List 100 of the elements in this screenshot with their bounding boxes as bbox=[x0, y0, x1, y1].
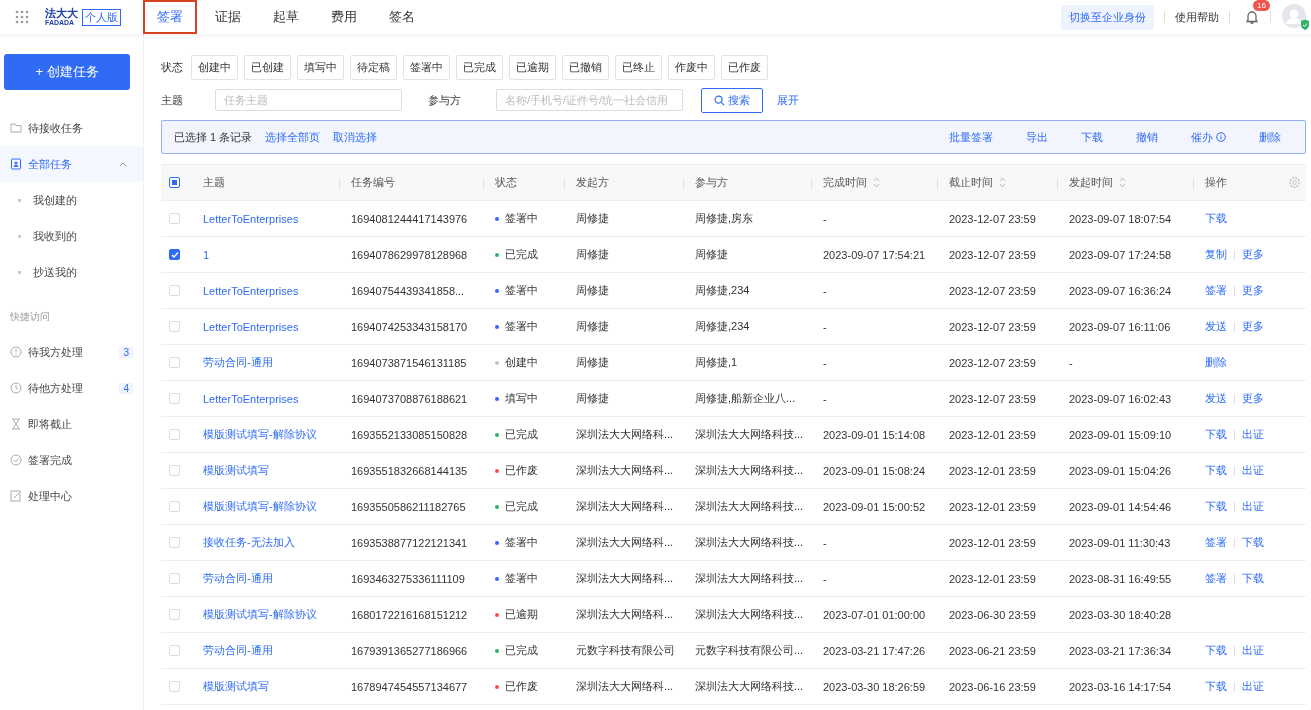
status-filter-chip[interactable]: 作废中 bbox=[668, 54, 715, 80]
status-filter-chip[interactable]: 签署中 bbox=[403, 54, 450, 80]
task-subject-link[interactable]: LetterToEnterprises bbox=[203, 284, 299, 297]
create-task-button[interactable]: + 创建任务 bbox=[4, 54, 130, 90]
task-subject-link[interactable]: 模版测试填写 bbox=[203, 679, 269, 694]
select-all-checkbox[interactable] bbox=[169, 177, 180, 188]
table-cell: 2023-12-07 23:59 bbox=[949, 212, 1036, 225]
sidebar-subitem[interactable]: 我收到的 bbox=[0, 218, 143, 254]
sidebar-item[interactable]: 待他方处理 4 bbox=[0, 370, 143, 406]
sort-icon[interactable] bbox=[1119, 177, 1126, 188]
select-all-pages-link[interactable]: 选择全部页 bbox=[265, 129, 321, 145]
app-grid-icon[interactable] bbox=[15, 10, 29, 24]
status-filter-chip[interactable]: 已撤销 bbox=[562, 54, 609, 80]
row-action-link[interactable]: 更多 bbox=[1242, 247, 1264, 262]
table-cell: 周修捷 bbox=[576, 247, 609, 262]
sidebar-subitem[interactable]: 抄送我的 bbox=[0, 254, 143, 290]
status-filter-chip[interactable]: 已作废 bbox=[721, 54, 768, 80]
row-action-link[interactable]: 下载 bbox=[1205, 679, 1227, 694]
count-badge: 3 bbox=[119, 346, 133, 358]
table-cell: 深圳法大大网络科... bbox=[576, 679, 674, 694]
status-filter-chip[interactable]: 已完成 bbox=[456, 54, 503, 80]
table-cell: 签署中 bbox=[505, 319, 538, 334]
bulk-action-link[interactable]: 删除 bbox=[1259, 129, 1281, 145]
status-filter-chip[interactable]: 待定稿 bbox=[350, 54, 397, 80]
avatar-icon[interactable] bbox=[1281, 3, 1309, 31]
row-action-link[interactable]: 签署 bbox=[1205, 571, 1227, 586]
nav-tab[interactable]: 签名 bbox=[375, 0, 429, 34]
table-cell: 周修捷,234 bbox=[695, 319, 750, 334]
row-action-link[interactable]: 出证 bbox=[1242, 643, 1264, 658]
row-action-link[interactable]: 签署 bbox=[1205, 535, 1227, 550]
task-subject-link[interactable]: LetterToEnterprises bbox=[203, 212, 299, 225]
bulk-action-link[interactable]: 下载 bbox=[1081, 129, 1103, 145]
edit-document-icon bbox=[10, 490, 22, 502]
row-action-link[interactable]: 出证 bbox=[1242, 427, 1264, 442]
sidebar-item[interactable]: 即将截止 bbox=[0, 406, 143, 442]
row-action-link[interactable]: 签署 bbox=[1205, 283, 1227, 298]
nav-tab[interactable]: 证据 bbox=[201, 0, 255, 34]
cancel-selection-link[interactable]: 取消选择 bbox=[333, 129, 378, 145]
table-cell: 深圳法大大网络科... bbox=[576, 571, 674, 586]
row-action-link[interactable]: 发送 bbox=[1205, 391, 1227, 406]
row-action-link[interactable]: 发送 bbox=[1205, 319, 1227, 334]
sidebar-item[interactable]: 签署完成 bbox=[0, 442, 143, 478]
switch-identity-button[interactable]: 切换至企业身份 bbox=[1061, 4, 1154, 30]
sidebar-item[interactable]: 处理中心 bbox=[0, 478, 143, 514]
sort-icon[interactable] bbox=[999, 177, 1006, 188]
status-filter-chip[interactable]: 填写中 bbox=[297, 54, 344, 80]
task-subject-link[interactable]: 劳动合同-通用 bbox=[203, 355, 273, 370]
task-subject-link[interactable]: 模版测试填写 bbox=[203, 463, 269, 478]
chevron-icon[interactable] bbox=[119, 161, 127, 167]
sidebar-item[interactable]: 全部任务 bbox=[0, 146, 143, 182]
sidebar-item[interactable]: 待我方处理 3 bbox=[0, 334, 143, 370]
task-subject-link[interactable]: LetterToEnterprises bbox=[203, 320, 299, 333]
task-subject-link[interactable]: 模版测试填写-解除协议 bbox=[203, 427, 317, 442]
row-checkbox[interactable] bbox=[169, 249, 180, 260]
status-filter-chip[interactable]: 已逾期 bbox=[509, 54, 556, 80]
task-subject-link[interactable]: LetterToEnterprises bbox=[203, 392, 299, 405]
search-button[interactable]: 搜索 bbox=[701, 87, 763, 113]
status-filter-chip[interactable]: 已创建 bbox=[244, 54, 291, 80]
sort-icon[interactable] bbox=[873, 177, 880, 188]
subject-input-field[interactable]: 任务主题 bbox=[215, 89, 402, 111]
task-subject-link[interactable]: 模版测试填写-解除协议 bbox=[203, 499, 317, 514]
row-action-link[interactable]: 下载 bbox=[1242, 535, 1264, 550]
filter-label: 状态 bbox=[161, 59, 183, 75]
nav-tab[interactable]: 费用 bbox=[317, 0, 371, 34]
task-subject-link[interactable]: 1 bbox=[203, 248, 210, 261]
bulk-action-link[interactable]: 批量签署 bbox=[949, 129, 993, 145]
row-action-link[interactable]: 出证 bbox=[1242, 463, 1264, 478]
row-action-link[interactable]: 更多 bbox=[1242, 391, 1264, 406]
row-action-link[interactable]: 下载 bbox=[1205, 211, 1227, 226]
row-action-link[interactable]: 更多 bbox=[1242, 319, 1264, 334]
row-action-link[interactable]: 下载 bbox=[1205, 463, 1227, 478]
bulk-action-link[interactable]: 撤销 bbox=[1136, 129, 1158, 145]
row-action-link[interactable]: 下载 bbox=[1242, 571, 1264, 586]
row-action-link[interactable]: 删除 bbox=[1205, 355, 1227, 370]
row-action-link[interactable]: 下载 bbox=[1205, 427, 1227, 442]
table-cell: - bbox=[823, 572, 827, 585]
row-action-link[interactable]: 下载 bbox=[1205, 643, 1227, 658]
row-action-link[interactable]: 出证 bbox=[1242, 679, 1264, 694]
settings-icon[interactable] bbox=[1288, 176, 1301, 189]
status-filter-chip[interactable]: 已终止 bbox=[615, 54, 662, 80]
task-subject-link[interactable]: 模版测试填写-解除协议 bbox=[203, 607, 317, 622]
table-cell: 2023-09-01 15:08:24 bbox=[823, 464, 926, 477]
help-link[interactable]: 使用帮助 bbox=[1175, 9, 1219, 25]
task-subject-link[interactable]: 劳动合同-通用 bbox=[203, 643, 273, 658]
status-filter-chip[interactable]: 创建中 bbox=[191, 54, 238, 80]
row-action-link[interactable]: 更多 bbox=[1242, 283, 1264, 298]
row-action-link[interactable]: 下载 bbox=[1205, 499, 1227, 514]
nav-tab[interactable]: 起草 bbox=[259, 0, 313, 34]
bell-icon[interactable] bbox=[1244, 9, 1260, 25]
task-subject-link[interactable]: 劳动合同-通用 bbox=[203, 571, 273, 586]
row-action-link[interactable]: 出证 bbox=[1242, 499, 1264, 514]
task-subject-link[interactable]: 接收任务-无法加入 bbox=[203, 535, 295, 550]
expand-link[interactable]: 展开 bbox=[777, 92, 799, 108]
row-action-link[interactable]: 复制 bbox=[1205, 247, 1227, 262]
nav-tab[interactable]: 签署 bbox=[143, 0, 197, 34]
table-cell: 已逾期 bbox=[505, 607, 538, 622]
sidebar-item[interactable]: 待接收任务 bbox=[0, 110, 143, 146]
bulk-action-link[interactable]: 催办 bbox=[1191, 129, 1226, 145]
sidebar-subitem[interactable]: 我创建的 bbox=[0, 182, 143, 218]
bulk-action-link[interactable]: 导出 bbox=[1026, 129, 1048, 145]
